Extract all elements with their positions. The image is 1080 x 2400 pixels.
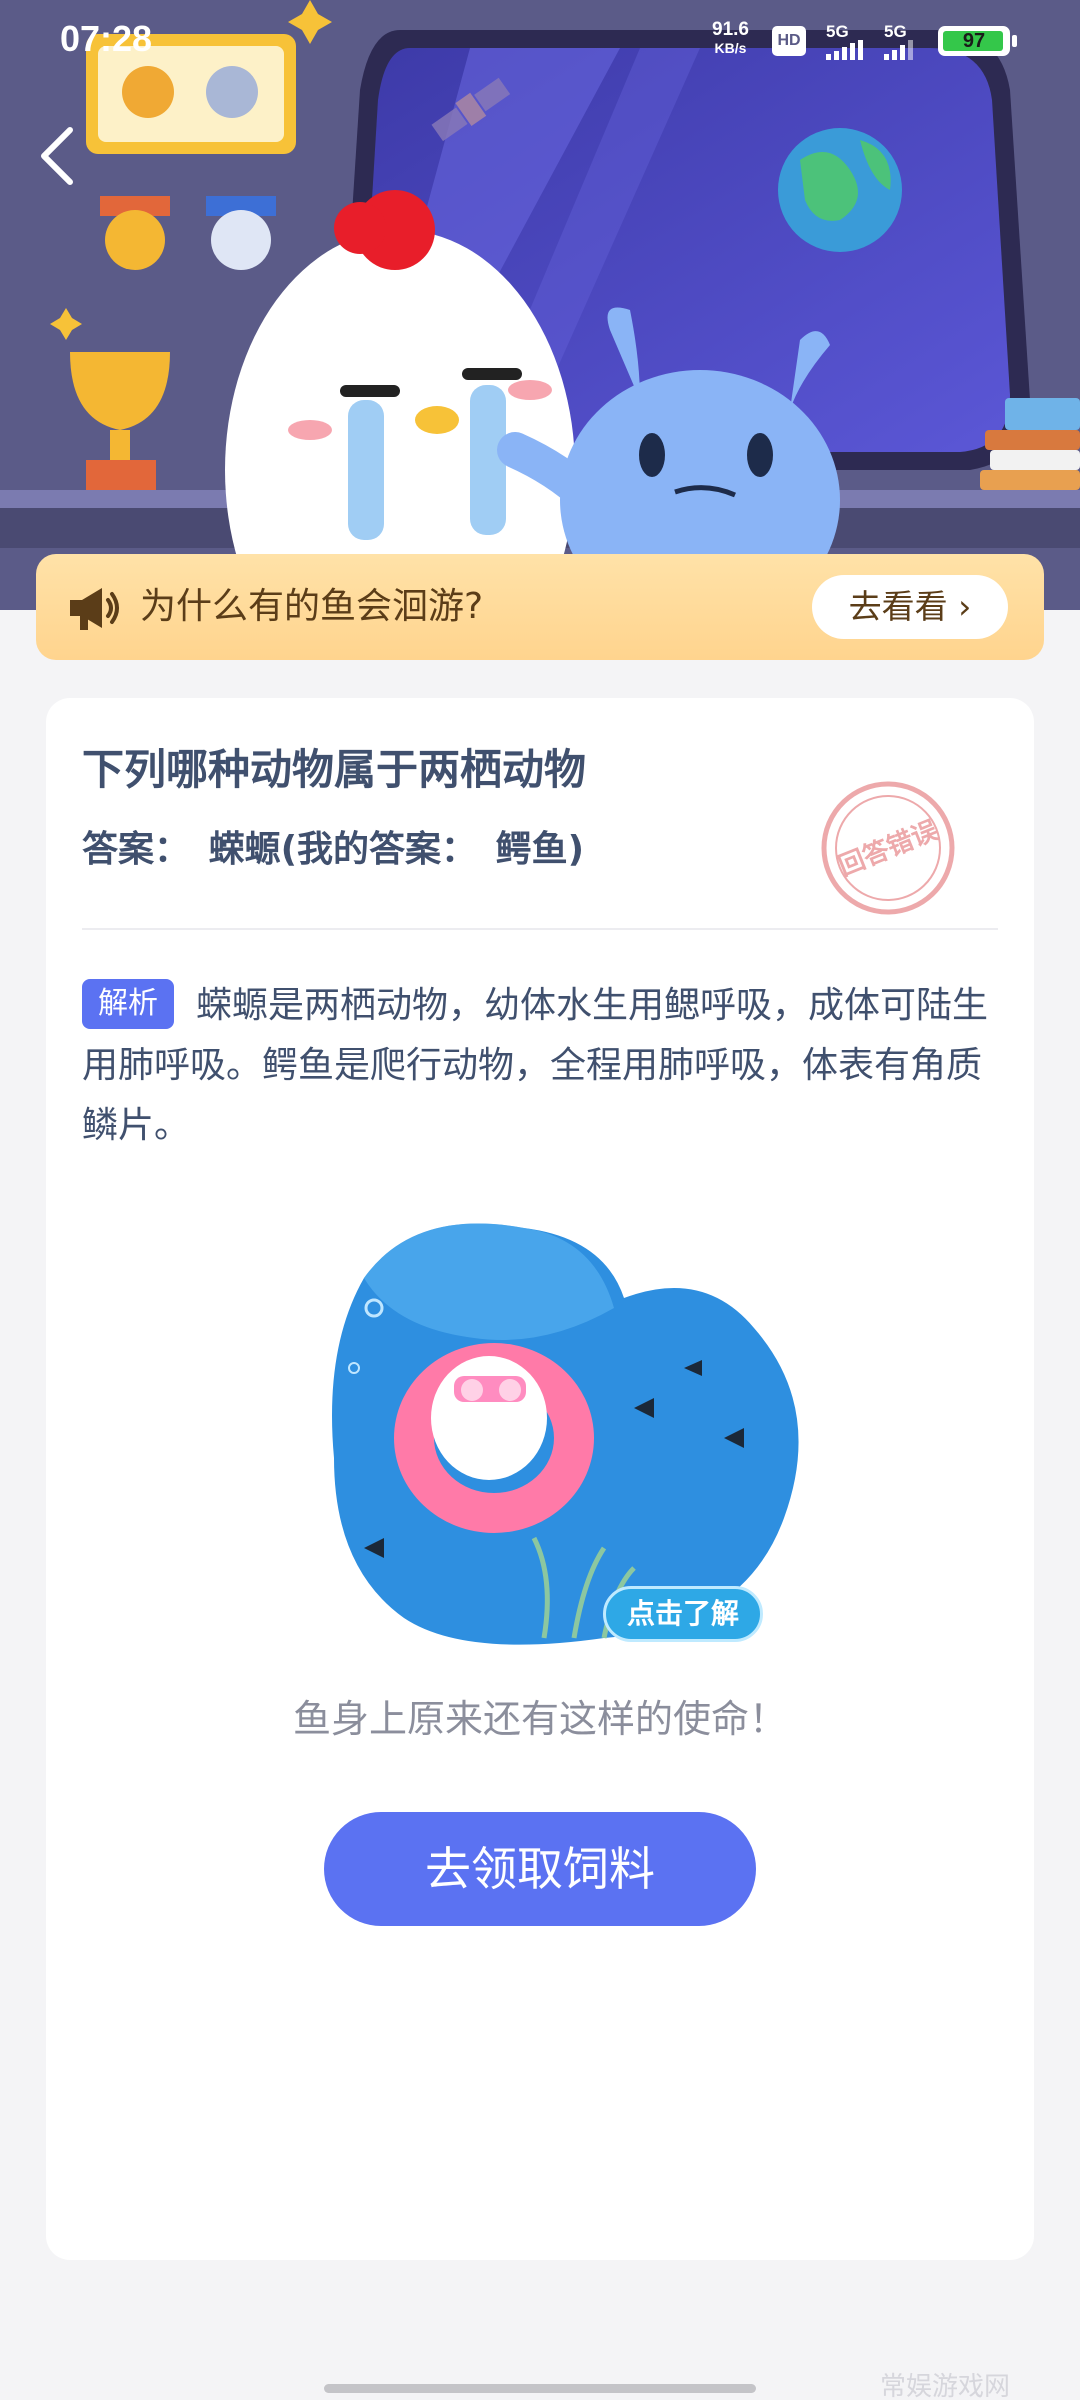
megaphone-icon <box>70 588 119 630</box>
fish-migration-banner[interactable]: 为什么有的鱼会洄游? 去看看 › <box>36 554 1044 660</box>
stamp-text: 回答错误 <box>834 814 943 882</box>
hd-icon: HD <box>772 26 806 56</box>
signal-bars-icon <box>826 40 863 60</box>
wrong-answer-stamp: 回答错误 <box>821 781 955 915</box>
chevron-left-icon <box>41 127 73 185</box>
analysis-text: 蝾螈是两栖动物，幼体水生用鳃呼吸，成体可陆生用肺呼吸。鳄鱼是爬行动物，全程用肺呼… <box>82 985 989 1146</box>
divider <box>82 928 998 930</box>
answer-value: 蝾螈(我的答案： <box>208 829 478 870</box>
signal-5g-icon: 5G <box>826 22 849 41</box>
home-indicator[interactable] <box>324 2384 756 2393</box>
watermark-logo: 常娱游戏网 <box>880 2372 1011 2400</box>
battery-level: 97 <box>962 30 986 52</box>
battery-icon: 97 <box>938 26 1010 56</box>
answer-label: 答案： <box>82 829 191 870</box>
analysis-block: 解析 蝾螈是两栖动物，幼体水生用鳃呼吸，成体可陆生用肺呼吸。鳄鱼是爬行动物，全程用… <box>82 976 1002 1156</box>
go-see-button[interactable]: 去看看 › <box>812 575 1008 639</box>
analysis-tag: 解析 <box>82 979 174 1029</box>
status-bar: 07:28 91.6 KB/s HD 5G 5G 97 <box>0 0 1080 80</box>
learn-more-badge[interactable]: 点击了解 <box>603 1586 763 1642</box>
answer-card: 下列哪种动物属于两栖动物 答案： 蝾螈(我的答案： 鳄鱼) 回答错误 解析 蝾螈是… <box>46 698 1034 2260</box>
my-answer-value: 鳄鱼) <box>495 829 585 870</box>
promo-caption: 鱼身上原来还有这样的使命！ <box>292 1697 787 1741</box>
hero-scene-svg <box>0 0 1080 610</box>
signal-5g-icon-2: 5G <box>884 22 907 41</box>
question-title: 下列哪种动物属于两栖动物 <box>82 745 587 794</box>
get-feed-button[interactable]: 去领取饲料 <box>324 1812 756 1926</box>
status-time: 07:28 <box>60 18 153 59</box>
hero-illustration: 07:28 91.6 KB/s HD 5G 5G 97 <box>0 0 1080 610</box>
net-speed-value: 91.6 <box>712 19 749 40</box>
banner-text: 为什么有的鱼会洄游? <box>140 586 484 627</box>
answer-row: 答案： 蝾螈(我的答案： 鳄鱼) <box>82 820 590 872</box>
battery-tip <box>1012 35 1017 47</box>
signal-bars-icon-2 <box>884 40 913 60</box>
net-speed-unit: KB/s <box>714 40 747 56</box>
net-speed: 91.6 KB/s <box>712 19 749 57</box>
back-button[interactable] <box>30 120 90 190</box>
